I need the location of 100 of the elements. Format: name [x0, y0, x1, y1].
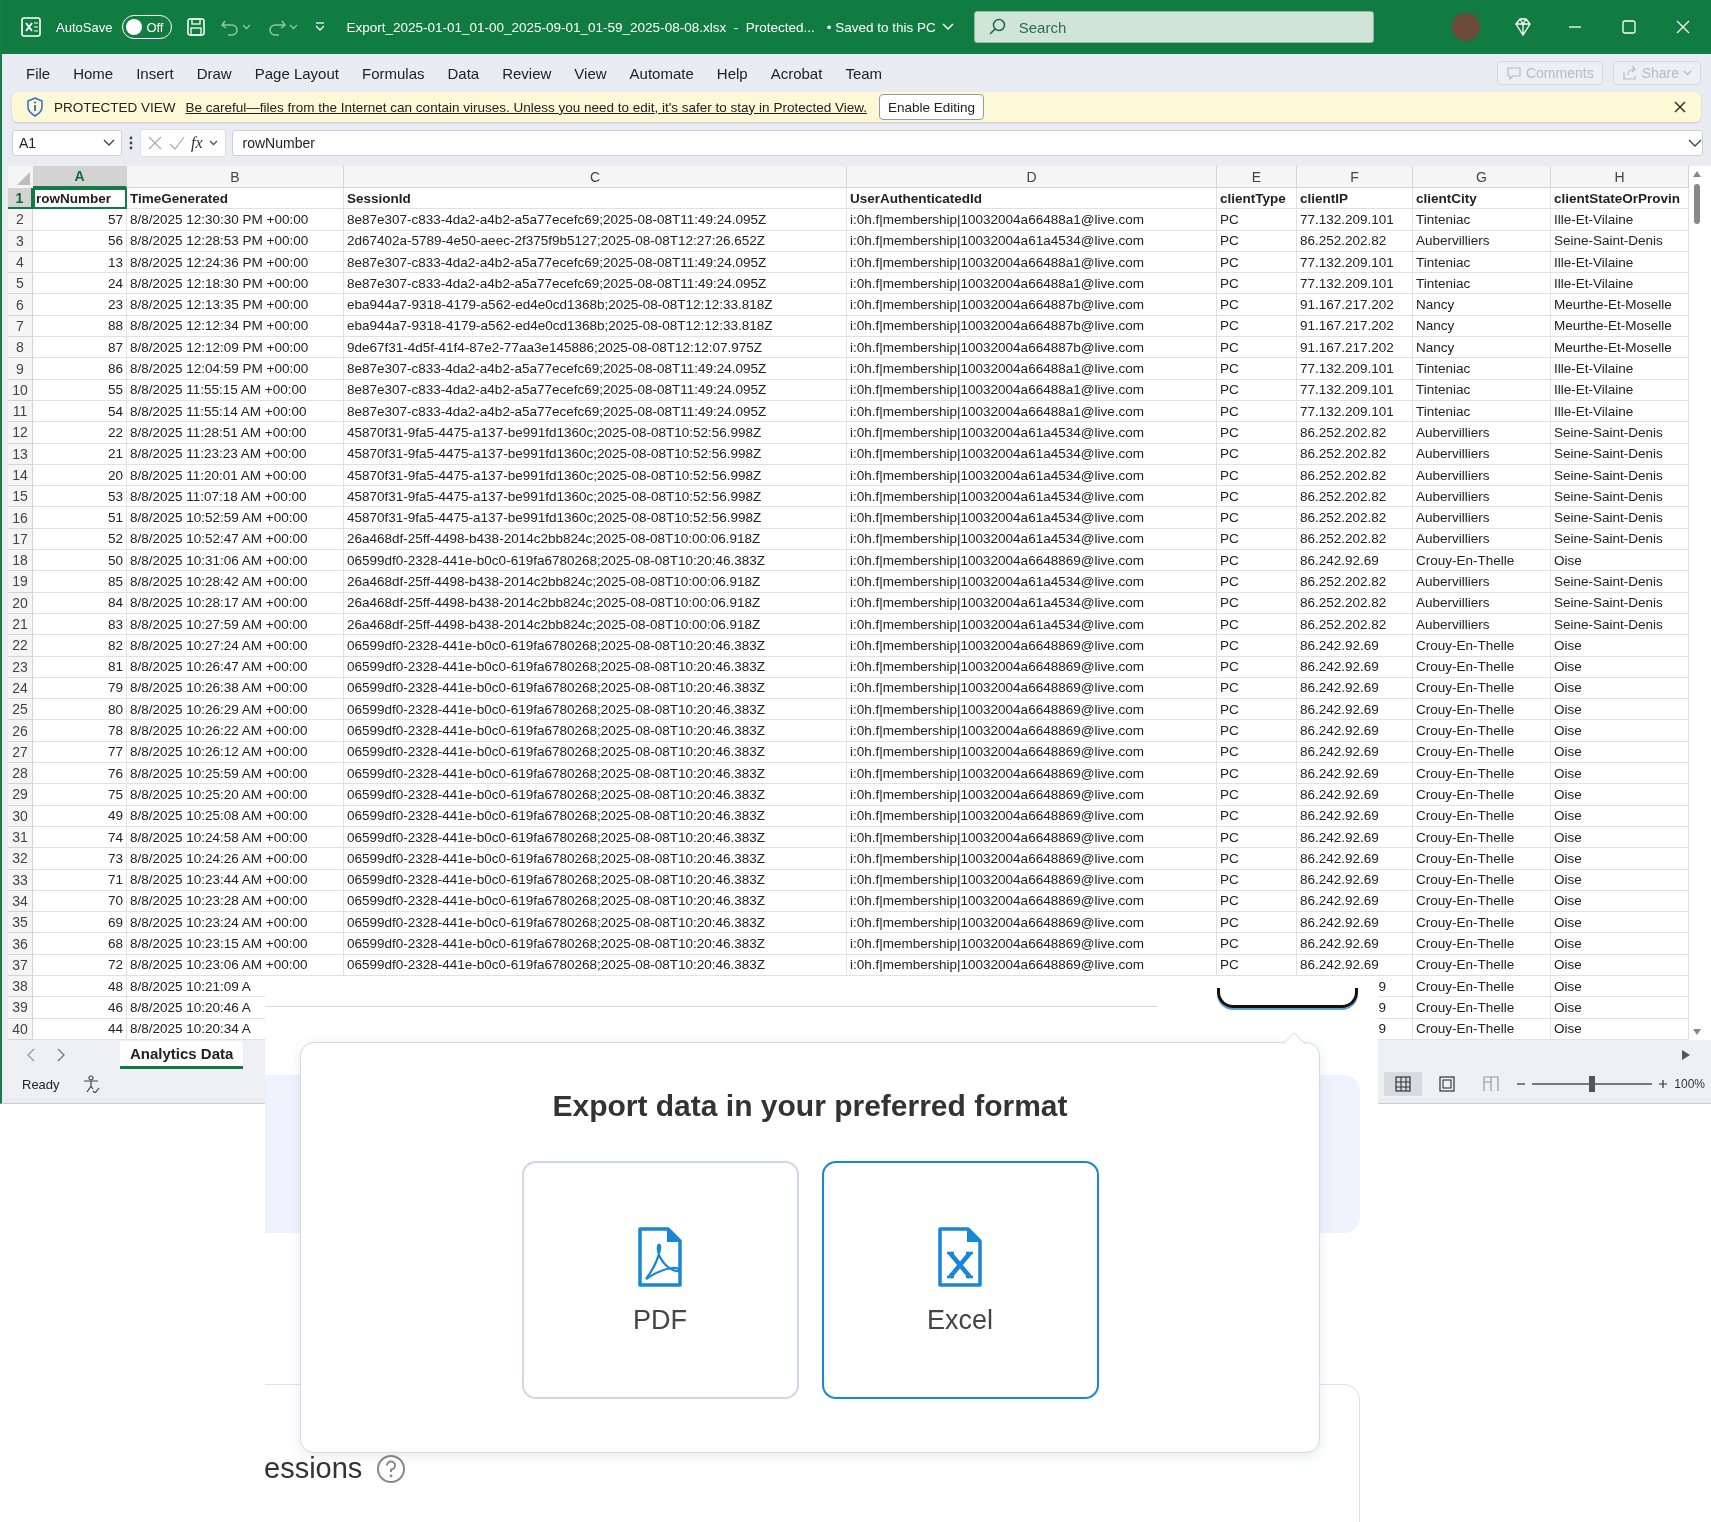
row-header[interactable]: 7	[8, 315, 33, 338]
row-header[interactable]: 38	[8, 976, 33, 998]
row-header[interactable]: 29	[8, 784, 33, 806]
row-header[interactable]: 14	[8, 464, 33, 487]
enable-editing-button[interactable]: Enable Editing	[878, 94, 984, 120]
column-header[interactable]: F	[1297, 166, 1413, 188]
row-header[interactable]: 3	[8, 230, 33, 252]
row-header[interactable]: 27	[8, 741, 33, 763]
row-header[interactable]: 2	[8, 209, 33, 231]
search-field[interactable]: Search	[973, 11, 1374, 43]
row-header[interactable]: 40	[8, 1018, 33, 1040]
column-header[interactable]: B	[127, 166, 344, 188]
column-header[interactable]: A	[33, 166, 127, 188]
scroll-right-icon[interactable]	[1681, 1049, 1691, 1061]
row-header[interactable]: 12	[8, 422, 33, 444]
menu-tab[interactable]: Insert	[126, 64, 184, 82]
warning-link[interactable]: Be careful—files from the Internet can contain viruses. Unless you need to edit, it's safer to stay in Protected View.	[185, 99, 867, 115]
maximize-icon[interactable]	[1619, 17, 1639, 37]
row-header[interactable]: 37	[8, 954, 33, 976]
row-header[interactable]: 28	[8, 763, 33, 785]
column-header[interactable]: G	[1413, 166, 1551, 188]
row-header[interactable]: 11	[8, 400, 33, 423]
normal-view-button[interactable]	[1384, 1072, 1423, 1096]
row-header[interactable]: 15	[8, 486, 33, 508]
row-header[interactable]: 35	[8, 912, 33, 934]
row-header[interactable]: 5	[8, 273, 33, 295]
menu-tab[interactable]: Data	[437, 64, 490, 82]
row-header[interactable]: 30	[8, 805, 33, 827]
row-header[interactable]: 21	[8, 613, 33, 636]
menu-tab[interactable]: File	[16, 64, 61, 82]
insert-function-button[interactable]: fx	[191, 134, 203, 152]
check-icon[interactable]	[169, 135, 185, 151]
scroll-down-icon[interactable]	[1692, 1028, 1702, 1036]
expand-icon[interactable]	[1688, 138, 1702, 148]
column-header[interactable]: D	[847, 166, 1217, 188]
close-icon[interactable]	[1673, 100, 1687, 114]
zoom-slider-thumb[interactable]	[1589, 1076, 1596, 1092]
row-header[interactable]: 20	[8, 592, 33, 614]
previous-sheet-icon[interactable]	[26, 1048, 36, 1062]
diamond-icon[interactable]	[1513, 17, 1533, 37]
menu-tab[interactable]: Review	[492, 64, 562, 82]
pdf-option[interactable]: PDF	[521, 1161, 799, 1399]
more-options-icon[interactable]	[128, 135, 134, 151]
menu-tab[interactable]: View	[564, 64, 617, 82]
accessibility-icon[interactable]	[81, 1075, 100, 1093]
menu-tab[interactable]: Draw	[186, 64, 242, 82]
table-cell: i:0h.f|membership|10032004a6648869@live.com	[847, 954, 1217, 976]
next-sheet-icon[interactable]	[56, 1048, 66, 1062]
row-header[interactable]: 31	[8, 826, 33, 849]
scroll-up-icon[interactable]	[1692, 170, 1702, 178]
menu-tab[interactable]: Automate	[619, 64, 704, 82]
excel-option[interactable]: Excel	[821, 1161, 1099, 1399]
name-box[interactable]: A1	[12, 130, 122, 156]
row-header[interactable]: 16	[8, 507, 33, 529]
row-header[interactable]: 36	[8, 933, 33, 955]
chevron-icon[interactable]	[941, 23, 954, 31]
row-header[interactable]: 18	[8, 550, 33, 572]
row-header[interactable]: 23	[8, 656, 33, 678]
row-header[interactable]: 1	[8, 188, 33, 210]
row-header[interactable]: 6	[8, 294, 33, 316]
cancel-icon[interactable]	[147, 135, 163, 151]
table-cell: Crouy-En-Thelle	[1413, 763, 1551, 785]
menu-tab[interactable]: Page Layout	[244, 64, 349, 82]
row-header[interactable]: 13	[8, 443, 33, 465]
menu-tab[interactable]: Team	[835, 64, 893, 82]
excel-logo-icon[interactable]	[20, 16, 42, 38]
table-cell: Crouy-En-Thelle	[1413, 699, 1551, 721]
row-header[interactable]: 4	[8, 251, 33, 274]
row-header[interactable]: 22	[8, 635, 33, 657]
zoom-slider[interactable]	[1532, 1076, 1653, 1092]
formula-field[interactable]: rowNumber	[231, 130, 1703, 156]
customize-toolbar-icon[interactable]	[314, 21, 327, 33]
row-header[interactable]: 24	[8, 677, 33, 700]
row-header[interactable]: 39	[8, 997, 33, 1019]
row-header[interactable]: 19	[8, 571, 33, 593]
table-cell: 8/8/2025 10:28:17 AM +00:00	[127, 592, 344, 614]
row-header[interactable]: 10	[8, 379, 33, 401]
column-header[interactable]: C	[344, 166, 847, 188]
menu-tab[interactable]: Home	[63, 64, 124, 82]
menu-tab[interactable]: Help	[706, 64, 758, 82]
row-header[interactable]: 17	[8, 528, 33, 551]
sheet-tab[interactable]: Analytics Data	[120, 1041, 244, 1069]
column-header[interactable]: E	[1217, 166, 1297, 188]
row-header[interactable]: 33	[8, 869, 33, 891]
row-header[interactable]: 9	[8, 358, 33, 380]
zoom-in-icon[interactable]	[1658, 1079, 1669, 1089]
row-header[interactable]: 34	[8, 890, 33, 913]
menu-tab[interactable]: Acrobat	[760, 64, 833, 82]
help-icon[interactable]	[376, 1453, 407, 1484]
save-icon[interactable]	[186, 17, 207, 37]
row-header[interactable]: 8	[8, 337, 33, 359]
caret-icon[interactable]	[208, 139, 219, 147]
row-header[interactable]: 26	[8, 720, 33, 742]
row-header[interactable]: 32	[8, 848, 33, 870]
table-cell: Aubervilliers	[1413, 571, 1551, 593]
zoom-percent[interactable]: 100%	[1674, 1077, 1705, 1091]
row-header[interactable]: 25	[8, 699, 33, 721]
menu-tab[interactable]: Formulas	[351, 64, 435, 82]
column-header[interactable]: H	[1551, 166, 1689, 188]
table-cell: 86.242.92.69	[1297, 741, 1413, 763]
